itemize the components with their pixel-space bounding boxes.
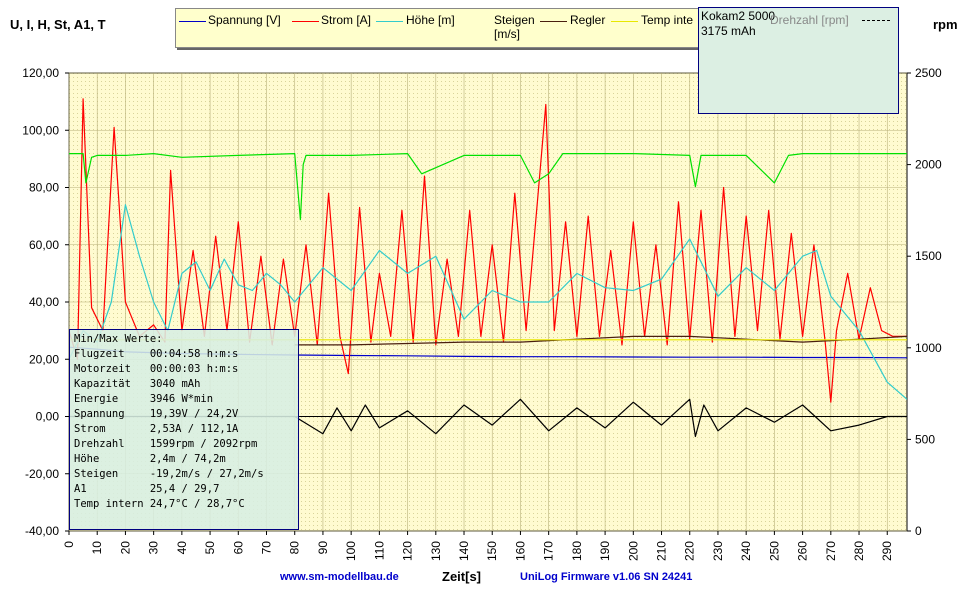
- x-tick-label: 150: [485, 541, 499, 561]
- stats-row: Höhe 2,4m / 74,2m: [74, 453, 226, 465]
- x-tick-label: 230: [711, 541, 725, 561]
- stats-title: Min/Max Werte:: [74, 333, 163, 345]
- y-tick-label: 100,00: [22, 123, 59, 137]
- y-tick-label: 60,00: [29, 238, 59, 252]
- legend-label-spannung: Spannung [V]: [208, 13, 281, 27]
- x-tick-label: 50: [203, 541, 217, 555]
- x-tick-label: 270: [824, 541, 838, 561]
- legend-label-steigen: Steigen: [494, 13, 535, 27]
- legend-label-temp: Temp inte: [641, 13, 694, 27]
- x-tick-label: 280: [852, 541, 866, 561]
- x-tick-label: 250: [767, 541, 781, 561]
- x-tick-label: 70: [260, 541, 274, 555]
- right-axis-label: rpm: [933, 17, 958, 32]
- x-tick-label: 160: [513, 541, 527, 561]
- x-axis-title: Zeit[s]: [442, 569, 481, 584]
- stats-row: Steigen -19,2m/s / 27,2m/s: [74, 468, 264, 480]
- x-tick-label: 60: [231, 541, 245, 555]
- legend-label-steigen-unit: [m/s]: [494, 27, 520, 41]
- y-tick-label: 80,00: [29, 181, 59, 195]
- x-tick-label: 30: [147, 541, 161, 555]
- y2-tick-label: 1500: [915, 249, 942, 263]
- x-tick-label: 140: [457, 541, 471, 561]
- x-tick-label: 170: [542, 541, 556, 561]
- battery-name: Kokam2 5000: [701, 9, 776, 23]
- y-tick-label: -20,00: [25, 467, 59, 481]
- legend-label-regler: Regler: [570, 13, 606, 27]
- legend: Spannung [V] Strom [A] Höhe [m] Steigen …: [175, 8, 709, 48]
- y2-tick-label: 1000: [915, 341, 942, 355]
- y-tick-label: 20,00: [29, 352, 59, 366]
- x-tick-label: 90: [316, 541, 330, 555]
- x-tick-label: 210: [655, 541, 669, 561]
- x-tick-label: 10: [90, 541, 104, 555]
- y-tick-label: 40,00: [29, 295, 59, 309]
- legend-swatch: [540, 21, 567, 22]
- y-tick-label: 120,00: [22, 66, 59, 80]
- x-tick-label: 200: [626, 541, 640, 561]
- y2-tick-label: 2500: [915, 66, 942, 80]
- stats-row: Kapazität 3040 mAh: [74, 378, 201, 390]
- x-tick-label: 290: [880, 541, 894, 561]
- stats-row: Energie 3946 W*min: [74, 393, 214, 405]
- y2-tick-label: 2000: [915, 158, 942, 172]
- stats-row: Motorzeit 00:00:03 h:m:s: [74, 363, 239, 375]
- rpm-legend-swatch: [862, 20, 890, 21]
- legend-swatch: [611, 21, 638, 22]
- x-tick-label: 260: [796, 541, 810, 561]
- y-tick-label: 0,00: [36, 410, 60, 424]
- legend-label-hoehe: Höhe [m]: [406, 13, 455, 27]
- battery-info-box: Kokam2 5000 3175 mAh Drehzahl [rpm]: [698, 7, 899, 114]
- footer-firmware: UniLog Firmware v1.06 SN 24241: [520, 571, 693, 583]
- stats-row: Spannung 19,39V / 24,2V: [74, 408, 239, 420]
- x-tick-label: 130: [429, 541, 443, 561]
- y-tick-label: -40,00: [25, 524, 59, 538]
- x-tick-label: 240: [739, 541, 753, 561]
- stats-row: Flugzeit 00:04:58 h:m:s: [74, 348, 239, 360]
- stats-row: Drehzahl 1599rpm / 2092rpm: [74, 438, 258, 450]
- stats-row: Strom 2,53A / 112,1A: [74, 423, 239, 435]
- x-tick-label: 220: [683, 541, 697, 561]
- y2-tick-label: 500: [915, 432, 935, 446]
- x-tick-label: 80: [288, 541, 302, 555]
- x-tick-label: 120: [401, 541, 415, 561]
- battery-capacity: 3175 mAh: [701, 24, 756, 38]
- x-tick-label: 20: [118, 541, 132, 555]
- min-max-stats-box: Min/Max Werte: Flugzeit 00:04:58 h:m:s M…: [69, 329, 299, 530]
- legend-swatch: [376, 21, 403, 22]
- x-tick-label: 100: [344, 541, 358, 561]
- left-axis-label: U, I, H, St, A1, T: [10, 17, 106, 32]
- legend-label-strom: Strom [A]: [321, 13, 372, 27]
- x-tick-label: 180: [570, 541, 584, 561]
- x-tick-label: 190: [598, 541, 612, 561]
- footer-website[interactable]: www.sm-modellbau.de: [280, 571, 399, 583]
- rpm-legend-label: Drehzahl [rpm]: [770, 13, 849, 27]
- legend-swatch: [292, 21, 319, 22]
- x-tick-label: 110: [372, 541, 386, 560]
- x-tick-label: 0: [62, 541, 76, 548]
- stats-row: A1 25,4 / 29,7: [74, 483, 220, 495]
- stats-row: Temp intern 24,7°C / 28,7°C: [74, 498, 245, 510]
- x-tick-label: 40: [175, 541, 189, 555]
- legend-swatch: [179, 21, 206, 22]
- y2-tick-label: 0: [915, 524, 922, 538]
